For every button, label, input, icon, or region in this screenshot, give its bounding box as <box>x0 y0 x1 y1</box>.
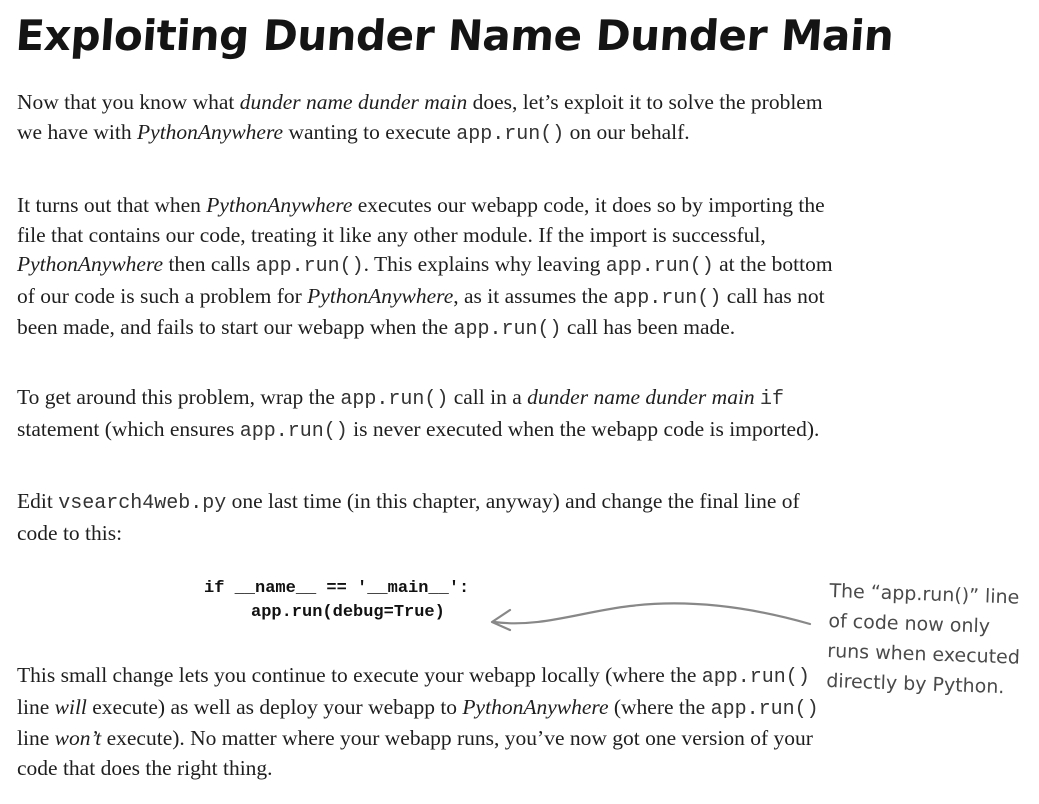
text-run: on our behalf. <box>564 119 690 144</box>
page-title: Exploiting Dunder Name Dunder Main <box>14 11 896 60</box>
inline-code: app.run() <box>613 286 722 310</box>
inline-code: vsearch4web.py <box>58 492 227 515</box>
code-block: if __name__ == '__main__': app.run(debug… <box>204 577 469 625</box>
text-run: call in a <box>448 385 528 409</box>
inline-code: app.run() <box>239 419 348 443</box>
paragraph-intro: Now that you know what dunder name dunde… <box>17 88 837 149</box>
annotation-arrow <box>490 602 812 632</box>
text-run: (where the <box>608 694 711 719</box>
inline-code: app.run() <box>456 122 565 146</box>
paragraph-solution: To get around this problem, wrap the app… <box>17 383 837 446</box>
text-run: , as it assumes the <box>453 283 614 308</box>
text-run: is never executed when the webapp code i… <box>347 416 820 441</box>
paragraph-conclusion: This small change lets you continue to e… <box>17 661 837 783</box>
text-run: It turns out that when <box>17 193 207 217</box>
code-line-run: app.run(debug=True) <box>251 603 445 622</box>
text-run: wanting to execute <box>283 119 457 144</box>
emphasis-text: PythonAnywhere <box>462 694 609 719</box>
emphasis-text: PythonAnywhere <box>206 193 353 217</box>
text-run: line <box>17 726 55 751</box>
text-run: line <box>17 694 55 719</box>
inline-code: app.run() <box>605 255 714 279</box>
text-run: To get around this problem, wrap the <box>17 385 341 409</box>
inline-code: if <box>760 388 785 411</box>
inline-code: app.run() <box>701 666 810 689</box>
code-line-if: if __name__ == '__main__': <box>204 579 470 598</box>
inline-code: app.run() <box>255 255 364 279</box>
text-run: This small change lets you continue to e… <box>17 663 702 687</box>
arrow-curve <box>492 602 812 626</box>
emphasis-text: dunder name dunder main <box>527 385 755 409</box>
text-run: Now that you know what <box>17 90 240 114</box>
inline-code: app.run() <box>340 388 449 411</box>
handwritten-annotation: The “app.run()” line of code now only ru… <box>826 576 1030 703</box>
paragraph-explanation: It turns out that when PythonAnywhere ex… <box>17 191 837 345</box>
arrow-head <box>490 608 512 632</box>
paragraph-edit-instruction: Edit vsearch4web.py one last time (in th… <box>17 487 837 548</box>
emphasis-text: PythonAnywhere <box>307 283 454 308</box>
text-run: execute). No matter where your webapp ru… <box>17 726 813 780</box>
emphasis-text: dunder name dunder main <box>239 90 468 114</box>
inline-code: app.run() <box>453 318 562 342</box>
emphasis-text: PythonAnywhere <box>17 252 164 277</box>
text-run: call has been made. <box>561 315 736 340</box>
text-run: Edit <box>17 489 59 513</box>
inline-code: app.run() <box>710 697 819 721</box>
emphasis-text: won’t <box>54 726 102 751</box>
text-run: then calls <box>163 252 256 277</box>
text-run: . This explains why leaving <box>363 252 606 277</box>
text-run: execute) as well as deploy your webapp t… <box>86 694 463 719</box>
annotation-line: directly by Python. <box>825 669 1005 699</box>
emphasis-text: will <box>54 694 87 719</box>
text-run: statement (which ensures <box>17 416 240 441</box>
emphasis-text: PythonAnywhere <box>137 119 284 144</box>
